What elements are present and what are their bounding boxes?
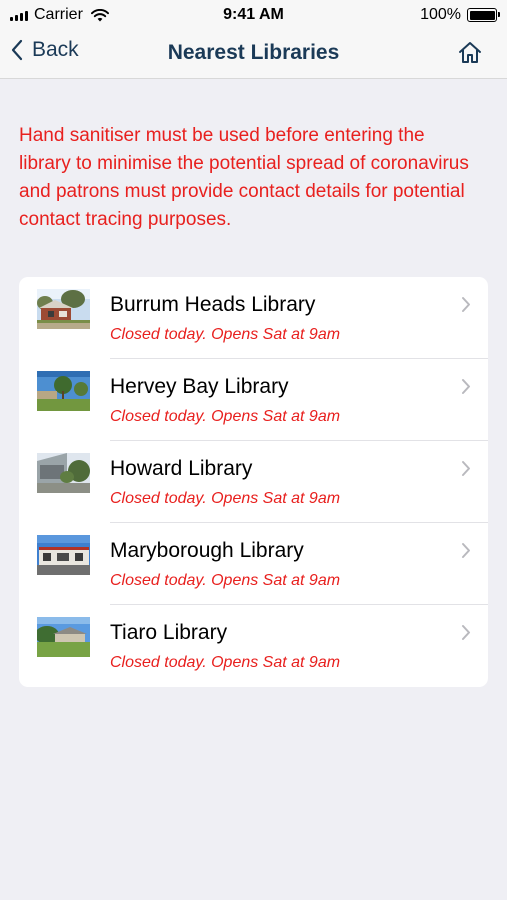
chevron-right-icon <box>462 379 470 394</box>
library-thumbnail <box>37 535 90 575</box>
library-row-maryborough[interactable]: Maryborough Library Closed today. Opens … <box>19 523 488 605</box>
library-status: Closed today. Opens Sat at 9am <box>110 408 341 425</box>
library-name: Maryborough Library <box>110 539 304 562</box>
library-thumbnail <box>37 371 90 411</box>
status-bar: Carrier 9:41 AM 100% <box>0 0 507 30</box>
battery-percent: 100% <box>420 6 461 23</box>
library-row-tiaro[interactable]: Tiaro Library Closed today. Opens Sat at… <box>19 605 488 687</box>
library-name: Tiaro Library <box>110 621 228 644</box>
library-row-burrum-heads[interactable]: Burrum Heads Library Closed today. Opens… <box>19 277 488 359</box>
home-icon[interactable] <box>457 40 483 66</box>
library-name: Burrum Heads Library <box>110 293 316 316</box>
library-thumbnail <box>37 289 90 329</box>
library-row-howard[interactable]: Howard Library Closed today. Opens Sat a… <box>19 441 488 523</box>
library-row-hervey-bay[interactable]: Hervey Bay Library Closed today. Opens S… <box>19 359 488 441</box>
battery-icon <box>467 8 500 22</box>
chevron-right-icon <box>462 297 470 312</box>
page-title: Nearest Libraries <box>167 41 340 64</box>
chevron-right-icon <box>462 461 470 476</box>
chevron-right-icon <box>462 625 470 640</box>
library-status: Closed today. Opens Sat at 9am <box>110 654 341 671</box>
status-right: 100% <box>420 6 500 24</box>
chevron-right-icon <box>462 543 470 558</box>
navigation-bar: Back Nearest Libraries <box>0 30 507 79</box>
library-status: Closed today. Opens Sat at 9am <box>110 326 341 343</box>
library-thumbnail <box>37 453 90 493</box>
library-status: Closed today. Opens Sat at 9am <box>110 490 341 507</box>
library-name: Howard Library <box>110 457 253 480</box>
library-list: Burrum Heads Library Closed today. Opens… <box>19 277 488 687</box>
library-status: Closed today. Opens Sat at 9am <box>110 572 341 589</box>
library-name: Hervey Bay Library <box>110 375 289 398</box>
covid-notice: Hand sanitiser must be used before enter… <box>19 125 469 230</box>
library-thumbnail <box>37 617 90 657</box>
